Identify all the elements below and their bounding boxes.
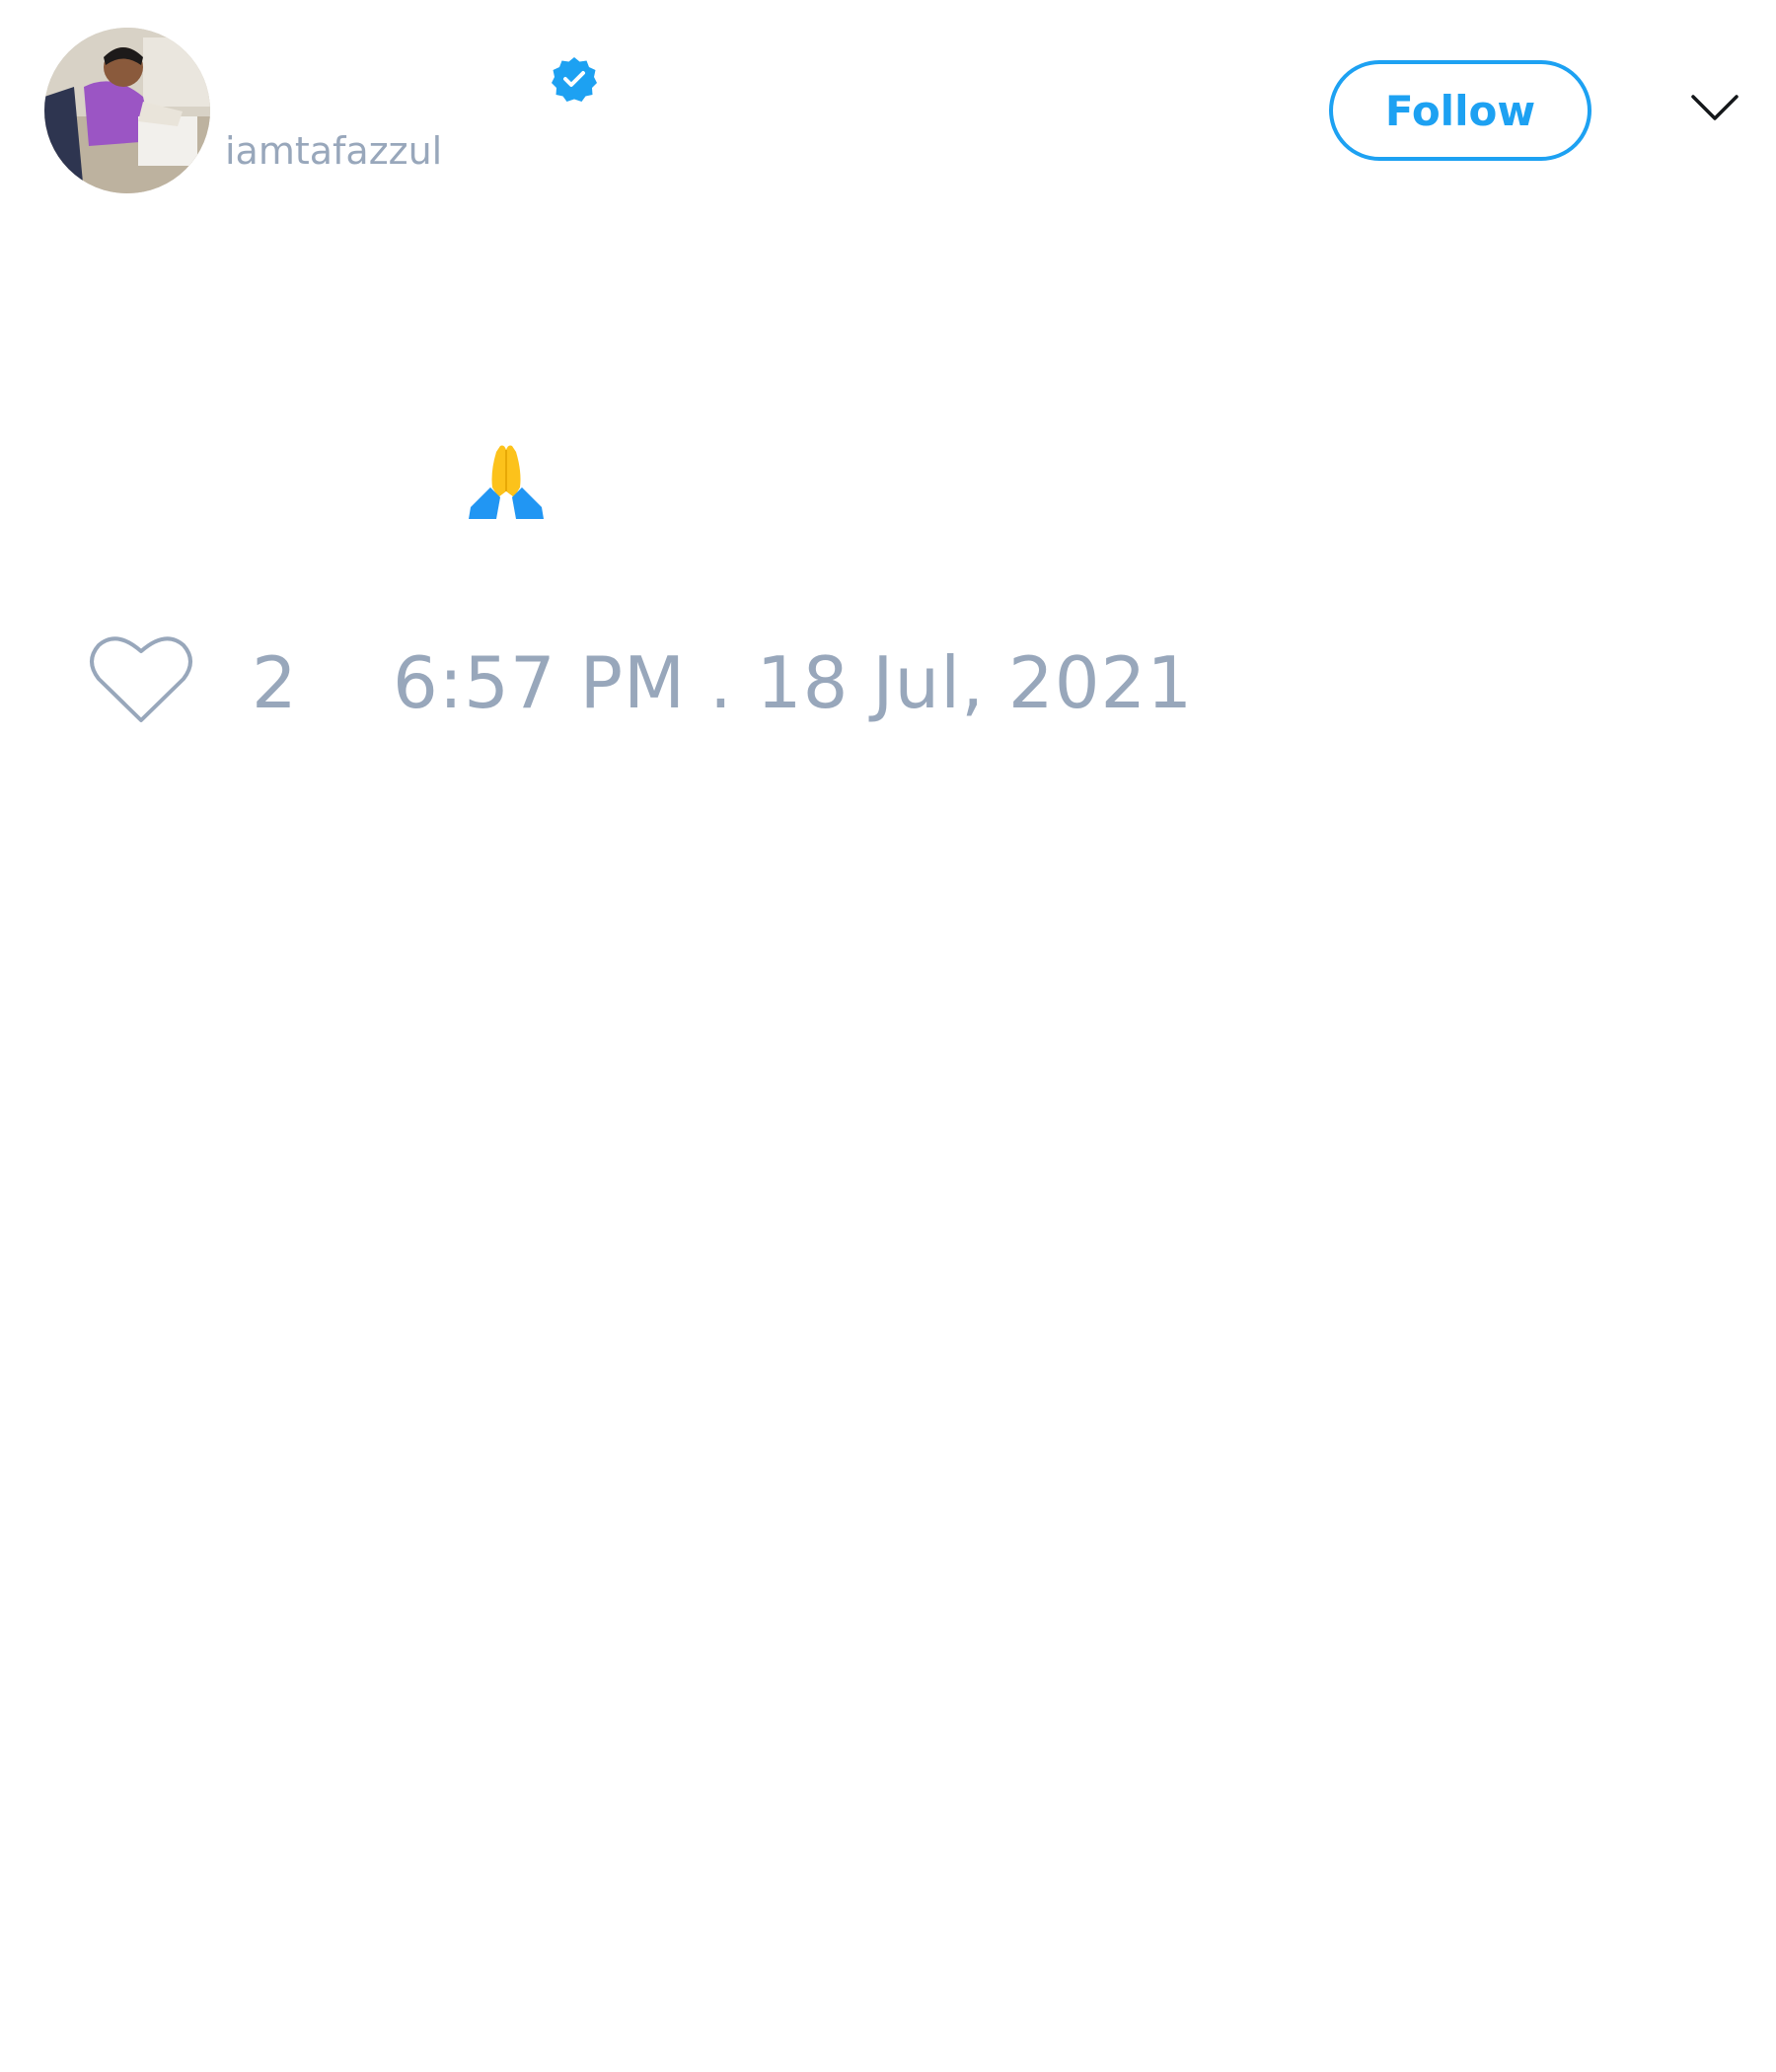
author-avatar[interactable] (44, 28, 210, 193)
folded-hands-emoji-icon (467, 442, 546, 521)
heart-icon[interactable] (89, 631, 193, 726)
tweet-timestamp[interactable]: 6:57 PM . 18 Jul, 2021 (393, 641, 1193, 724)
author-handle[interactable]: iamtafazzul (225, 126, 442, 176)
author-display-name[interactable] (225, 55, 541, 105)
avatar-photo (44, 28, 210, 193)
verified-badge-icon (551, 55, 598, 103)
chevron-down-icon[interactable] (1689, 89, 1740, 128)
tweet-embed: iamtafazzul Follow 2 6:57 PM . 18 Jul, 2… (0, 0, 1776, 2072)
like-count: 2 (252, 641, 297, 724)
follow-button[interactable]: Follow (1329, 60, 1591, 161)
